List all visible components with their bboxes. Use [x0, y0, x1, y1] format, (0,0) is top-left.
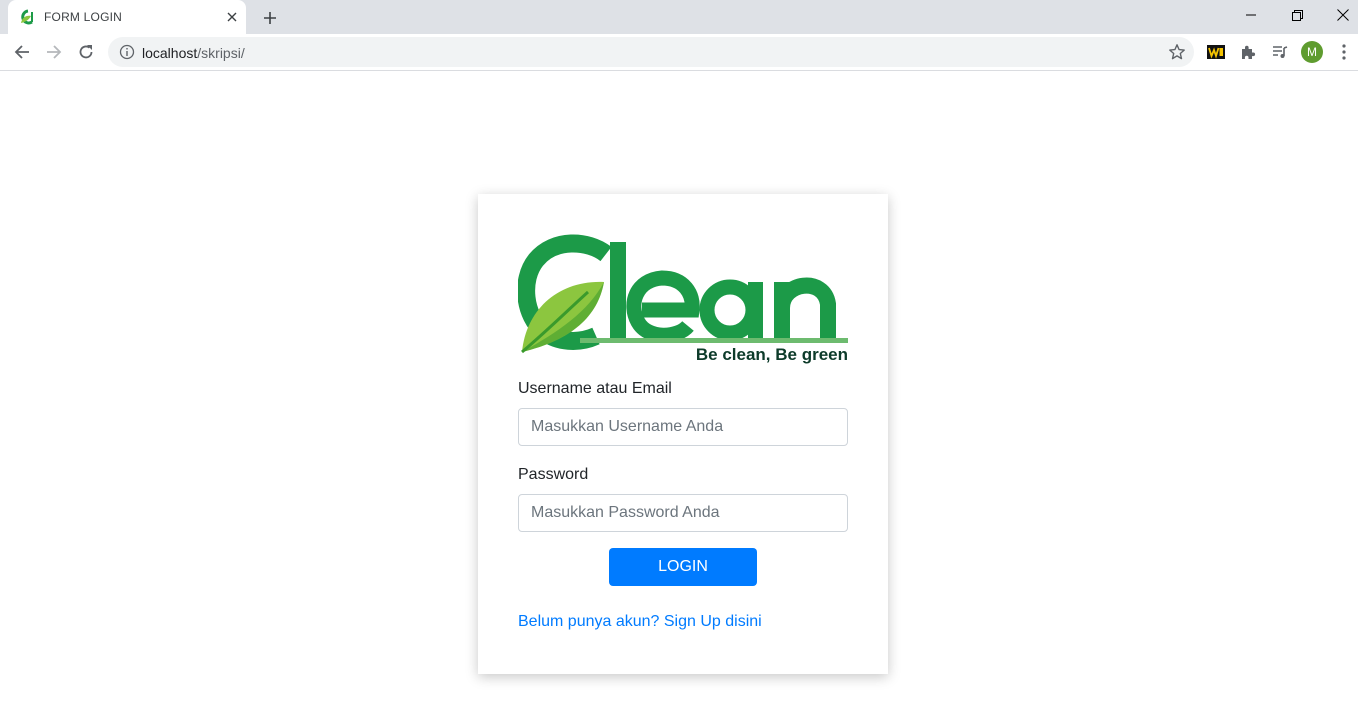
reload-icon — [79, 45, 93, 59]
username-input[interactable] — [518, 408, 848, 446]
restore-icon — [1291, 9, 1303, 21]
logo-tagline: Be clean, Be green — [696, 345, 848, 364]
browser-menu-button[interactable] — [1332, 40, 1356, 64]
puzzle-icon — [1242, 45, 1256, 59]
signup-link[interactable]: Belum punya akun? Sign Up disini — [518, 613, 762, 631]
profile-avatar[interactable]: M — [1301, 41, 1323, 63]
reload-button[interactable] — [72, 38, 100, 66]
url-host: localhost — [142, 45, 198, 61]
close-window-button[interactable] — [1320, 0, 1358, 30]
arrow-left-icon — [14, 45, 29, 59]
password-label: Password — [518, 466, 589, 483]
back-button[interactable] — [8, 38, 36, 66]
browser-toolbar: localhost/skripsi/ M — [0, 34, 1358, 71]
username-label: Username atau Email — [518, 380, 672, 397]
plus-icon — [264, 12, 276, 24]
restore-button[interactable] — [1274, 0, 1320, 30]
new-tab-button[interactable] — [258, 6, 282, 30]
playlist-icon — [1273, 46, 1288, 58]
kebab-menu-icon — [1342, 44, 1346, 60]
browser-tab[interactable]: FORM LOGIN — [8, 0, 246, 34]
clean-logo: Be clean, Be green — [518, 234, 848, 364]
extensions-button[interactable] — [1236, 40, 1260, 64]
w-extension-icon — [1207, 45, 1225, 59]
login-button[interactable]: LOGIN — [609, 548, 757, 586]
login-card: Be clean, Be green Username atau Email P… — [478, 194, 888, 674]
media-control-button[interactable] — [1268, 40, 1292, 64]
minimize-button[interactable] — [1228, 0, 1274, 30]
url-path: /skripsi/ — [197, 45, 245, 61]
url-text: localhost/skripsi/ — [142, 45, 245, 61]
extension-w-button[interactable] — [1204, 40, 1228, 64]
close-icon — [1337, 9, 1349, 21]
star-icon[interactable] — [1168, 43, 1186, 61]
site-favicon-icon — [21, 9, 33, 25]
info-icon[interactable] — [119, 44, 135, 60]
forward-button[interactable] — [40, 38, 68, 66]
arrow-right-icon — [47, 45, 62, 59]
address-bar[interactable]: localhost/skripsi/ — [108, 37, 1194, 67]
minimize-icon — [1246, 14, 1256, 16]
tab-title: FORM LOGIN — [44, 10, 123, 24]
tab-close-icon[interactable] — [223, 8, 241, 26]
password-input[interactable] — [518, 494, 848, 532]
tab-strip: FORM LOGIN — [0, 0, 1358, 34]
